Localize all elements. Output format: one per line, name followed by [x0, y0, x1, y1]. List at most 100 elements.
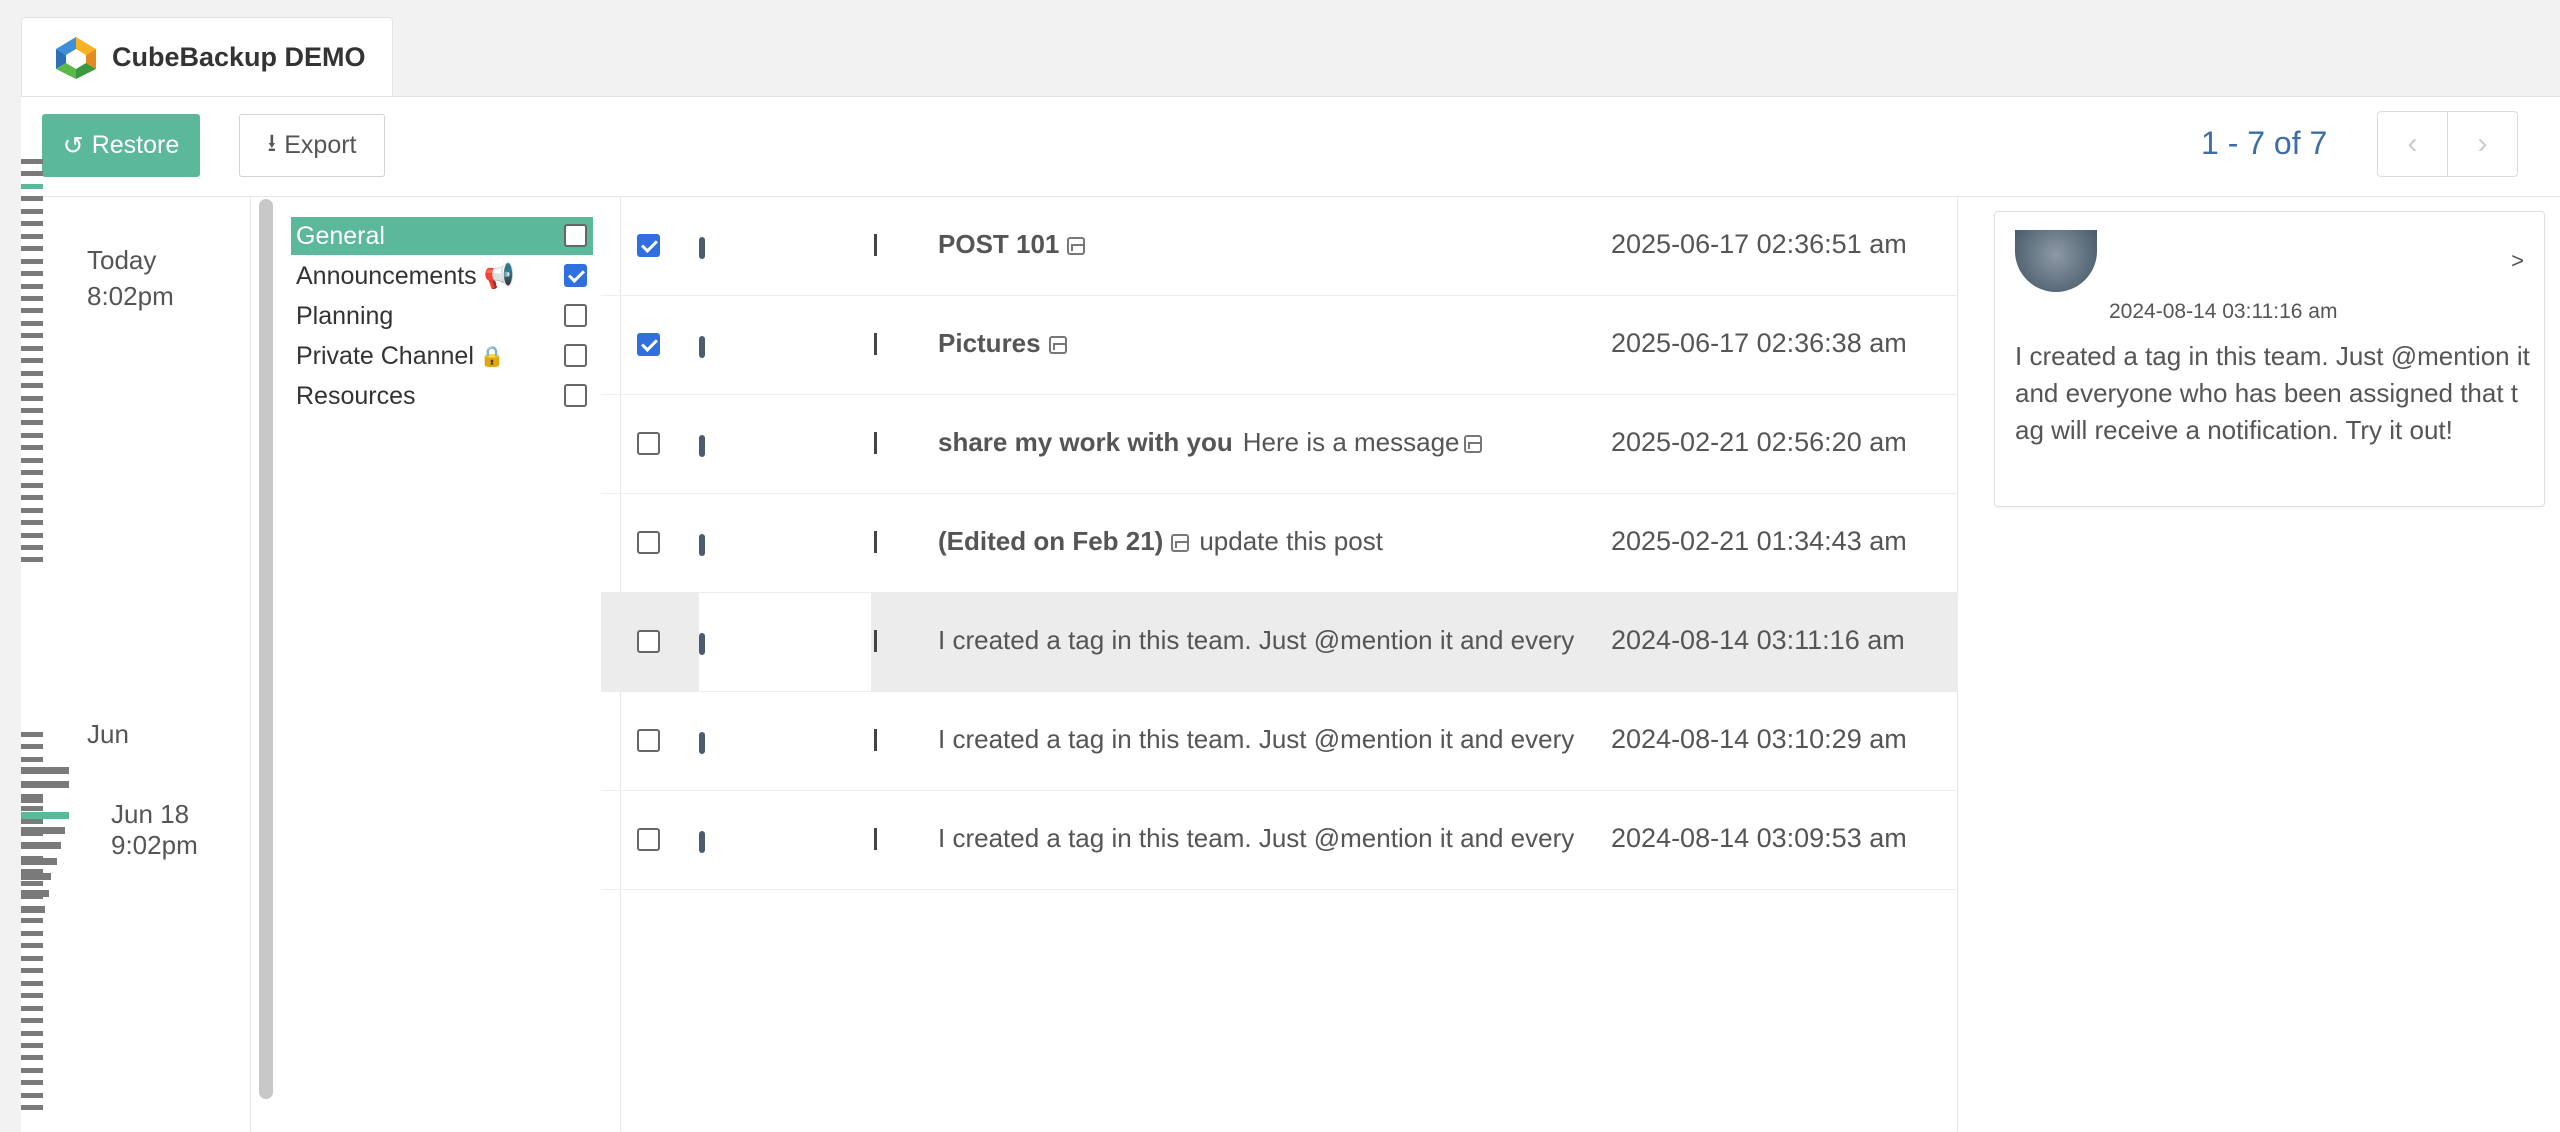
timeline-tick[interactable]: [21, 1067, 43, 1073]
post-row[interactable]: I created a tag in this team. Just @ment…: [601, 692, 1958, 791]
timeline-tick[interactable]: [21, 233, 43, 239]
timeline-tick[interactable]: [21, 1018, 43, 1024]
timeline-tick[interactable]: [21, 1030, 43, 1036]
timeline-tick[interactable]: [21, 482, 43, 488]
channel-checkbox[interactable]: [564, 304, 587, 327]
timeline-tick[interactable]: [21, 159, 43, 164]
timeline-tick[interactable]: [21, 457, 43, 463]
timeline-tick[interactable]: [21, 781, 69, 788]
post-detail-card: 2024-08-14 03:11:16 am > I created a tag…: [1994, 211, 2545, 507]
channel-checkbox[interactable]: [564, 264, 587, 287]
timeline-tick[interactable]: [21, 1005, 43, 1011]
prev-page-icon[interactable]: ‹: [2378, 112, 2448, 176]
post-checkbox[interactable]: [637, 828, 660, 851]
timeline-tick[interactable]: [21, 308, 43, 314]
post-checkbox[interactable]: [637, 234, 660, 257]
timeline-tick[interactable]: [21, 1092, 43, 1098]
timeline-tick[interactable]: [21, 767, 69, 774]
post-row[interactable]: I created a tag in this team. Just @ment…: [601, 593, 1958, 692]
timeline-tick[interactable]: [21, 827, 65, 834]
post-checkbox[interactable]: [637, 630, 660, 653]
timeline-tick[interactable]: [21, 881, 43, 887]
timeline-tick[interactable]: [21, 395, 43, 401]
detail-text: I created a tag in this team. Just @ment…: [2015, 341, 2530, 445]
timeline-tick[interactable]: [21, 812, 69, 819]
expand-icon[interactable]: >: [2511, 248, 2524, 274]
timeline-tick[interactable]: [21, 221, 43, 227]
post-row[interactable]: I created a tag in this team. Just @ment…: [601, 791, 1958, 890]
post-row[interactable]: share my work with you Here is a message 2…: [601, 395, 1958, 494]
timeline-tick[interactable]: [21, 993, 43, 999]
timeline-tick[interactable]: [21, 495, 43, 501]
post-checkbox[interactable]: [637, 531, 660, 554]
timeline-tick[interactable]: [21, 333, 43, 339]
timeline-tick[interactable]: [21, 1105, 43, 1111]
timeline-tick[interactable]: [21, 1055, 43, 1061]
timeline-tick[interactable]: [21, 358, 43, 364]
timeline-label: Jun 18 9:02pm: [111, 799, 198, 860]
timeline-tick[interactable]: [21, 295, 43, 301]
timeline-tick[interactable]: [21, 470, 43, 476]
timeline-tick[interactable]: [21, 818, 43, 824]
channel-checkbox[interactable]: [564, 224, 587, 247]
timeline-tick[interactable]: [21, 507, 43, 513]
timeline-tick[interactable]: [21, 246, 43, 252]
timeline-tick[interactable]: [21, 1042, 43, 1048]
timeline-tick[interactable]: [21, 196, 43, 202]
timeline-tick[interactable]: [21, 258, 43, 264]
channel-item[interactable]: Resources: [291, 377, 593, 415]
timeline-tick[interactable]: [21, 858, 57, 865]
restore-button[interactable]: ↺ Restore: [42, 114, 200, 177]
timeline-tick[interactable]: [21, 980, 43, 986]
timeline-tick[interactable]: [21, 432, 43, 438]
timeline-tick[interactable]: [21, 520, 43, 526]
timeline[interactable]: Today 8:02pm Jun Jun 18 9:02pm: [21, 159, 251, 1132]
channel-item[interactable]: Private Channel 🔒: [291, 337, 593, 375]
channel-item[interactable]: General: [291, 217, 593, 255]
timeline-tick[interactable]: [21, 806, 43, 812]
timeline-tick[interactable]: [21, 873, 51, 880]
timeline-tick[interactable]: [21, 756, 43, 762]
timeline-tick[interactable]: [21, 183, 43, 189]
timeline-tick[interactable]: [21, 271, 43, 277]
post-row[interactable]: POST 101 2025-06-17 02:36:51 am: [601, 197, 1958, 296]
export-button[interactable]: ⭳ Export: [239, 114, 385, 177]
timeline-tick[interactable]: [21, 283, 43, 289]
timeline-tick[interactable]: [21, 208, 43, 214]
timeline-tick[interactable]: [21, 930, 43, 936]
timeline-tick[interactable]: [21, 796, 43, 803]
timeline-tick[interactable]: [21, 1080, 43, 1086]
timeline-tick[interactable]: [21, 955, 43, 961]
timeline-tick[interactable]: [21, 943, 43, 949]
timeline-tick[interactable]: [21, 345, 43, 351]
timeline-tick[interactable]: [21, 918, 43, 924]
channel-checkbox[interactable]: [564, 344, 587, 367]
timeline-tick[interactable]: [21, 906, 45, 913]
timeline-tick[interactable]: [21, 532, 43, 538]
channel-checkbox[interactable]: [564, 384, 587, 407]
timeline-tick[interactable]: [21, 420, 43, 426]
post-row[interactable]: (Edited on Feb 21) update this post 2025-0…: [601, 494, 1958, 593]
timeline-tick[interactable]: [21, 544, 43, 550]
next-page-icon[interactable]: ›: [2448, 112, 2517, 176]
timeline-tick[interactable]: [21, 370, 43, 376]
timeline-tick[interactable]: [21, 744, 43, 750]
app-tab[interactable]: CubeBackup DEMO: [21, 17, 393, 97]
post-checkbox[interactable]: [637, 432, 660, 455]
timeline-tick[interactable]: [21, 383, 43, 389]
timeline-scrollbar[interactable]: [259, 199, 273, 1099]
timeline-tick[interactable]: [21, 320, 43, 326]
post-checkbox[interactable]: [637, 729, 660, 752]
timeline-tick[interactable]: [21, 445, 43, 451]
channel-item[interactable]: Announcements 📢: [291, 257, 593, 295]
timeline-tick[interactable]: [21, 842, 61, 849]
timeline-tick[interactable]: [21, 408, 43, 413]
channel-item[interactable]: Planning: [291, 297, 593, 335]
timeline-tick[interactable]: [21, 171, 43, 177]
timeline-tick[interactable]: [21, 968, 43, 974]
timeline-tick[interactable]: [21, 731, 43, 737]
timeline-tick[interactable]: [21, 557, 43, 563]
timeline-tick[interactable]: [21, 890, 49, 897]
post-row[interactable]: Pictures 2025-06-17 02:36:38 am: [601, 296, 1958, 395]
post-checkbox[interactable]: [637, 333, 660, 356]
